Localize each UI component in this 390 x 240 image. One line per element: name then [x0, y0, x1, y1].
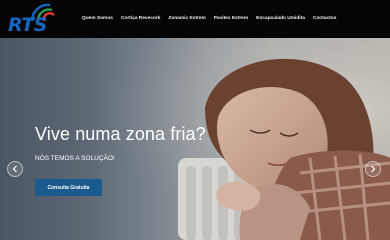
- nav-item-zonamic-extrem[interactable]: Zonamic Extrem: [164, 16, 209, 21]
- hero-subline: NÓS TEMOS A SOLUÇÃO!: [35, 155, 115, 162]
- chevron-right-icon: [371, 165, 376, 173]
- logo-text: RTS: [8, 14, 47, 36]
- hero-headline: Vive numa zona fria?: [35, 124, 206, 144]
- chevron-left-icon: [12, 165, 17, 173]
- slider-next-button[interactable]: [365, 161, 381, 177]
- rts-logo[interactable]: RTS: [6, 1, 66, 37]
- hero-slider: Vive numa zona fria? NÓS TEMOS A SOLUÇÃO…: [0, 38, 390, 240]
- site-header: RTS Quem Somos Cortiça Revecork Zonamic …: [0, 0, 390, 38]
- main-nav: Quem Somos Cortiça Revecork Zonamic Extr…: [78, 16, 340, 21]
- slider-prev-button[interactable]: [7, 161, 23, 177]
- nav-item-pavitex-extrem[interactable]: Pavitex Extrem: [210, 16, 252, 21]
- free-consultation-button[interactable]: Consulta Gratuita: [35, 179, 102, 196]
- nav-item-quem-somos[interactable]: Quem Somos: [78, 16, 117, 21]
- nav-item-cortica-revecork[interactable]: Cortiça Revecork: [117, 16, 164, 21]
- nav-item-encapsulado-umidita[interactable]: Encapsulado Umidita: [252, 16, 309, 21]
- nav-item-contactos[interactable]: Contactos: [309, 16, 340, 21]
